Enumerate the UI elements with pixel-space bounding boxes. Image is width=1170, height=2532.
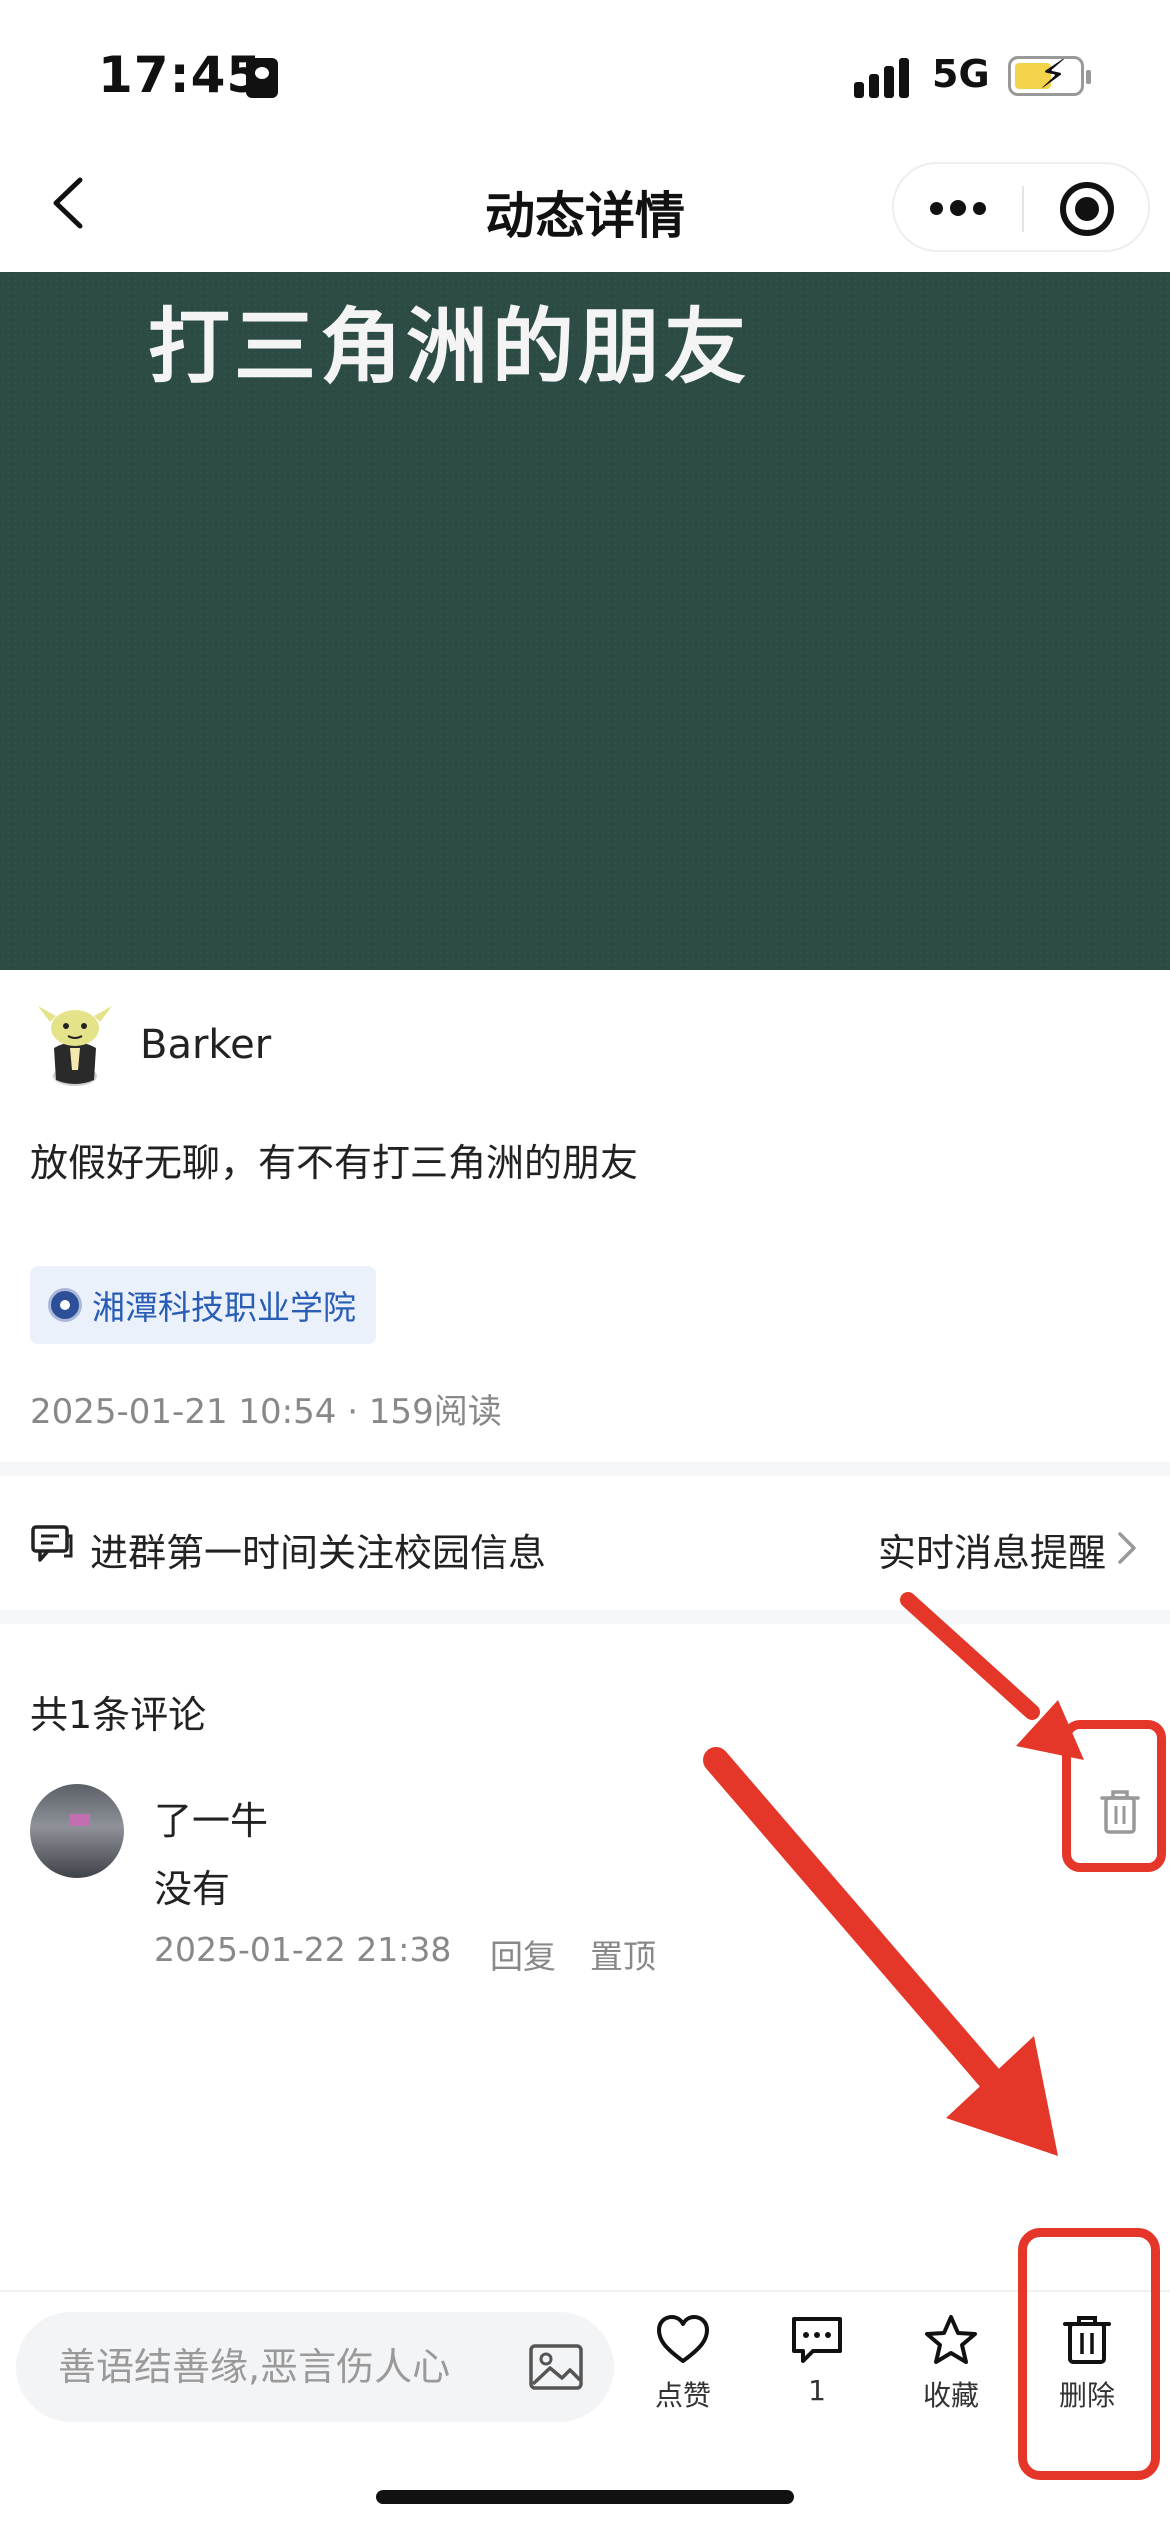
comment-time: 2025-01-22 21:38 <box>154 1930 452 1969</box>
author-name[interactable]: Barker <box>140 1022 271 1068</box>
comment-input-wrapper[interactable] <box>16 2312 614 2422</box>
comment-text: 没有 <box>154 1867 231 1911</box>
commenter-avatar[interactable] <box>30 1784 124 1878</box>
heart-icon <box>657 2315 709 2363</box>
school-tag[interactable]: 湘潭科技职业学院 <box>30 1266 376 1344</box>
commenter-name[interactable]: 了一牛 <box>154 1790 268 1845</box>
school-logo-icon <box>48 1288 82 1322</box>
post-meta: 2025-01-21 10:54 · 159阅读 <box>30 1392 502 1432</box>
divider <box>0 1462 1170 1476</box>
trash-icon <box>1100 1790 1140 1834</box>
status-time: 17:45 <box>98 46 263 104</box>
more-icon[interactable] <box>928 184 988 234</box>
delete-post-button[interactable]: 删除 <box>1032 2314 1142 2454</box>
author-avatar[interactable] <box>32 996 118 1092</box>
signal-icon <box>854 58 914 98</box>
id-card-icon <box>246 58 278 98</box>
chat-group-icon <box>31 1525 73 1562</box>
comment-input[interactable] <box>58 2336 508 2398</box>
annotation-arrow-large <box>703 1747 1013 2103</box>
reply-button[interactable]: 回复 <box>490 1930 556 1978</box>
school-name: 湘潭科技职业学院 <box>92 1288 356 1327</box>
favorite-label: 收藏 <box>922 2379 979 2412</box>
mini-program-capsule <box>892 162 1150 252</box>
delete-label: 删除 <box>1058 2379 1115 2412</box>
favorite-button[interactable]: 收藏 <box>896 2314 1006 2454</box>
divider <box>0 1610 1170 1624</box>
status-bar: 17:45 5G ⚡ <box>0 0 1170 140</box>
comment-count-label: 1 <box>808 2374 826 2407</box>
delete-comment-button[interactable] <box>1098 1788 1142 1836</box>
trash-icon <box>1063 2316 1111 2364</box>
like-button[interactable]: 点赞 <box>628 2314 738 2454</box>
home-indicator <box>376 2490 794 2504</box>
annotation-arrowhead-small <box>1016 1700 1084 1760</box>
like-label: 点赞 <box>654 2379 711 2412</box>
comment-bubble-icon <box>792 2317 842 2363</box>
post-image-text: 打三角洲的朋友 <box>148 300 751 395</box>
close-target-icon[interactable] <box>1060 182 1114 236</box>
post-content: 放假好无聊，有不有打三角洲的朋友 <box>30 1141 639 1185</box>
group-banner-text: 进群第一时间关注校园信息 <box>90 1531 547 1575</box>
network-type: 5G <box>932 52 990 96</box>
realtime-notify-link[interactable]: 实时消息提醒 <box>878 1522 1106 1577</box>
comment-button[interactable]: 1 <box>762 2314 872 2454</box>
post-image[interactable]: 打三角洲的朋友 <box>0 272 1170 970</box>
group-banner[interactable]: 进群第一时间关注校园信息 实时消息提醒 <box>0 1480 1170 1610</box>
chevron-right-icon <box>1118 1532 1136 1564</box>
star-icon <box>925 2315 977 2364</box>
nav-bar: 动态详情 <box>0 140 1170 272</box>
comment-count: 共1条评论 <box>30 1693 207 1737</box>
image-icon[interactable] <box>528 2342 584 2392</box>
battery-icon: ⚡ <box>1008 53 1091 97</box>
annotation-arrowhead-large <box>946 2036 1058 2156</box>
pin-button[interactable]: 置顶 <box>590 1930 656 1978</box>
